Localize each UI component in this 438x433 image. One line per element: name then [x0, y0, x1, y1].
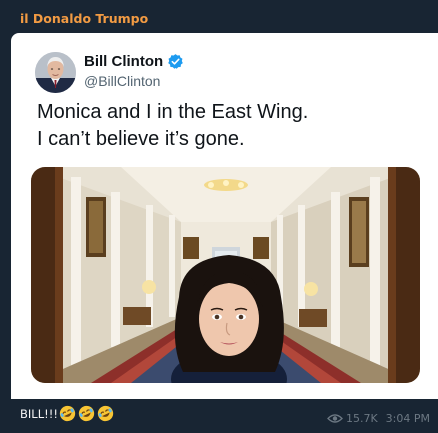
avatar [35, 52, 76, 93]
eye-icon [327, 413, 343, 424]
tweet-text-line: Monica and I in the East Wing. [37, 101, 309, 123]
author-row: Bill Clinton [84, 51, 184, 71]
message-caption: BILL!!! [20, 405, 116, 422]
author-name: Bill Clinton [84, 52, 164, 70]
message-footer: BILL!!! 15.7K 3:04 PM [0, 399, 438, 433]
rofl-emoji-icon [59, 405, 76, 422]
tweet-screenshot[interactable]: Bill Clinton @BillClinton Monica and I i… [11, 33, 438, 399]
rofl-emoji-icon [97, 405, 114, 422]
sender-name[interactable]: il Donaldo Trumpo [20, 10, 148, 28]
verified-badge-icon [167, 53, 184, 70]
message-time: 3:04 PM [385, 412, 430, 425]
caption-text: BILL!!! [20, 406, 58, 421]
message-meta: 15.7K 3:04 PM [327, 412, 430, 425]
tweet-text: Monica and I in the East Wing. I can’t b… [37, 99, 427, 153]
rofl-emoji-icon [78, 405, 95, 422]
channel-message[interactable]: il Donaldo Trumpo Bill Clinton @BillClin… [0, 0, 438, 433]
view-count: 15.7K [345, 412, 378, 425]
tweet-text-line: I can’t believe it’s gone. [37, 128, 245, 150]
tweet-photo[interactable] [31, 167, 420, 383]
author-handle: @BillClinton [84, 73, 161, 89]
emoji-row [59, 405, 116, 422]
